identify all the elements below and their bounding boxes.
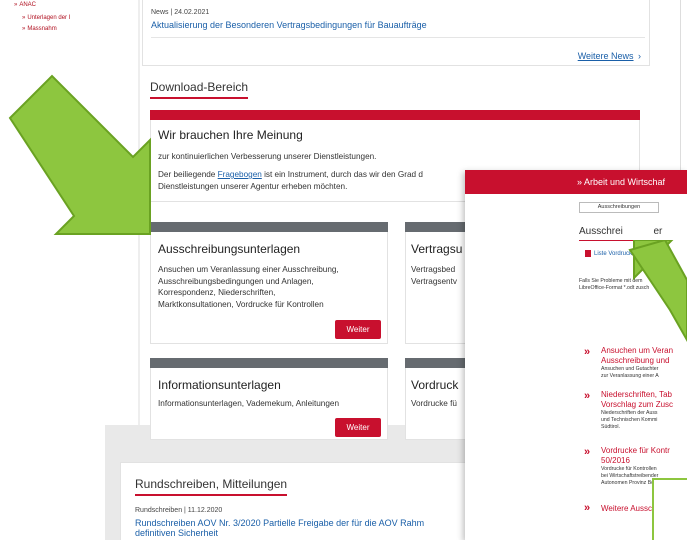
feedback-red-bar [150,110,640,120]
overlay-item-text: Niederschriften der Auss und Technischen… [601,410,658,430]
card-information-documents: Informationsunterlagen Informationsunter… [150,368,388,440]
card-title: Informationsunterlagen [158,378,281,392]
sidebar-item-anac[interactable]: » ANAC [14,2,36,8]
questionnaire-link[interactable]: Fragebogen [218,170,262,179]
overlay-item-title[interactable]: Niederschriften, Tab Vorschlag zum Zusc [601,390,673,409]
card-title: Vordruck [411,378,459,392]
arrow-shape [8,74,151,235]
arrow-down-left-icon [628,240,687,343]
circular-headline-link[interactable]: Rundschreiben AOV Nr. 3/2020 Partielle F… [135,518,424,538]
sidebar-item-unterlagen[interactable]: » Unterlagen der I [22,15,70,21]
divider [151,37,645,38]
weiter-button[interactable]: Weiter [335,418,381,437]
card-bar [150,358,388,368]
chevron-right-icon: » [584,446,591,458]
overlay-item-title[interactable]: Vordrucke für Kontr 50/2016 [601,446,670,465]
overlay-header-bar: » Arbeit und Wirtschaf [465,170,687,194]
circular-date: Rundschreiben | 11.12.2020 [135,507,223,514]
card-description: Vertragsbed Vertragsentv [411,265,457,286]
card-description: Vordrucke fü [411,399,457,408]
arrow-down-right-icon [8,74,151,235]
circulars-section-title: Rundschreiben, Mitteilungen [135,477,288,496]
overlay-title: Ausschrei er [579,226,663,241]
chevron-right-icon: » [584,390,591,402]
overlay-tab-tenders[interactable]: Ausschreibungen [579,202,659,213]
news-date: News | 24.02.2021 [151,9,210,16]
weiter-button[interactable]: Weiter [335,320,381,339]
card-description: Informationsunterlagen, Vademekum, Anlei… [158,399,339,408]
overlay-item-text: Vordrucke für Kontrollen bei Wirtschafts… [601,466,660,486]
overlay-item-title[interactable]: Weitere Aussc [601,504,652,514]
news-headline-link[interactable]: Aktualisierung der Besonderen Vertragsbe… [151,20,427,30]
arrow-shape [628,240,687,343]
more-news-link[interactable]: Weitere News › [578,46,641,64]
card-description: Ansuchen um Veranlassung einer Ausschrei… [158,265,339,309]
chevron-right-icon: » [584,502,591,514]
news-card: News | 24.02.2021 Aktualisierung der Bes… [142,0,650,66]
sidebar-item-massnahmen[interactable]: » Massnahm [22,26,57,32]
card-title: Vertragsu [411,242,463,256]
highlight-box [652,478,687,540]
